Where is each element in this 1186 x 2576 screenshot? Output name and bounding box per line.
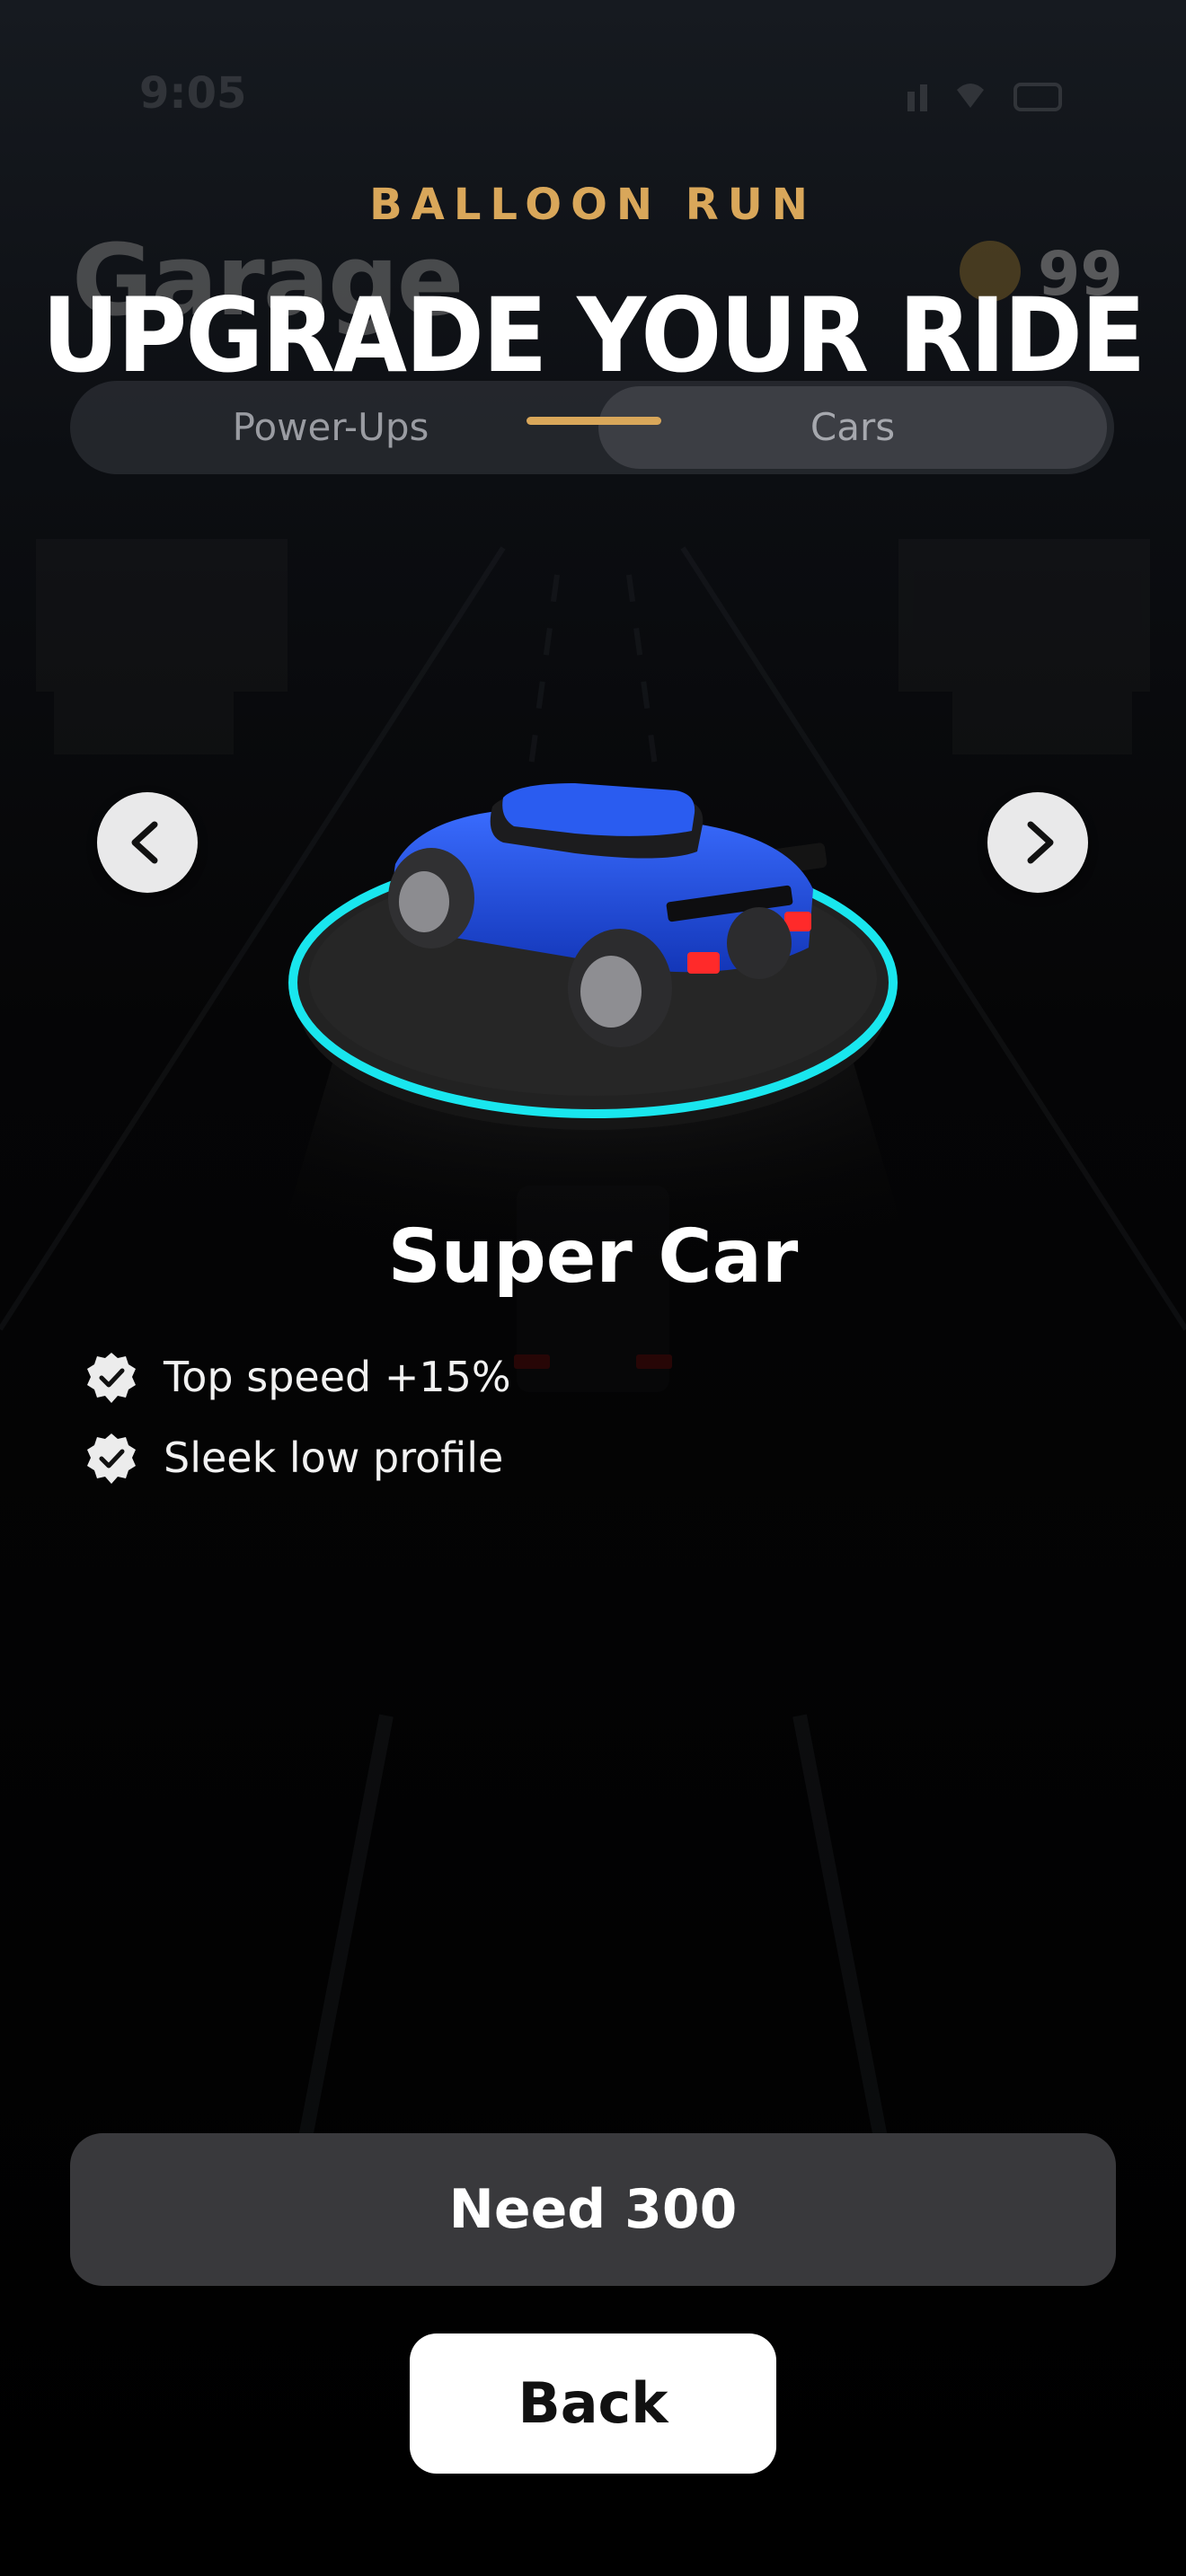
feature-text: Sleek low profile [164, 1434, 504, 1482]
chevron-right-icon [1027, 821, 1054, 864]
next-car-button[interactable] [987, 792, 1088, 893]
need-coins-button[interactable]: Need 300 [70, 2133, 1116, 2286]
previous-car-button[interactable] [97, 792, 198, 893]
chevron-left-icon [131, 821, 158, 864]
game-screen: 9:05 BALLOON RUN Garage 99 UPGRADE YOUR … [0, 0, 1186, 2576]
car-showcase [270, 783, 916, 1275]
feature-text: Top speed +15% [164, 1353, 511, 1401]
car-name: Super Car [387, 1214, 799, 1300]
verified-check-icon [87, 1353, 136, 1403]
back-button[interactable]: Back [410, 2333, 776, 2474]
verified-check-icon [87, 1434, 136, 1484]
